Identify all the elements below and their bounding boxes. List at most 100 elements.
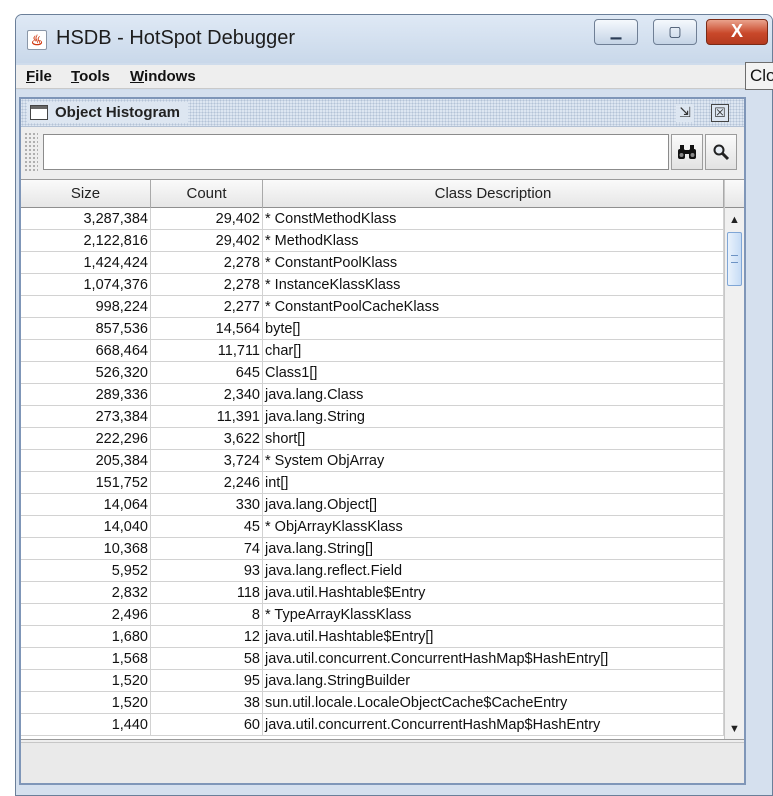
cell-count: 11,711 [151,340,263,362]
table-row[interactable]: 2,496 8 * TypeArrayKlassKlass [21,604,724,626]
histogram-table: Size Count Class Description 3,287,384 29… [21,179,744,740]
menu-file-label: ile [35,68,52,85]
cell-class-description: java.lang.reflect.Field [263,560,724,582]
table-row[interactable]: 14,040 45 * ObjArrayKlassKlass [21,516,724,538]
table-body: 3,287,384 29,402 * ConstMethodKlass 2,122,8… [21,208,724,736]
binoculars-icon [678,145,696,159]
table-row[interactable]: 10,368 74 java.lang.String[] [21,538,724,560]
cell-size: 1,440 [21,714,151,736]
menu-tools-label: ools [79,68,110,85]
cell-count: 118 [151,582,263,604]
cell-size: 526,320 [21,362,151,384]
cell-size: 1,424,424 [21,252,151,274]
menu-tools[interactable]: Tools [71,68,110,85]
table-row[interactable]: 5,952 93 java.lang.reflect.Field [21,560,724,582]
cell-class-description: java.lang.StringBuilder [263,670,724,692]
cell-class-description: java.lang.Object[] [263,494,724,516]
cell-count: 93 [151,560,263,582]
menu-bar: File Tools Windows [16,65,772,89]
cell-size: 998,224 [21,296,151,318]
title-bar[interactable]: ♨ HSDB - HotSpot Debugger ▁ ▢ X [16,15,772,63]
cell-count: 74 [151,538,263,560]
cell-size: 205,384 [21,450,151,472]
table-row[interactable]: 14,064 330 java.lang.Object[] [21,494,724,516]
table-row[interactable]: 526,320 645 Class1[] [21,362,724,384]
cell-count: 12 [151,626,263,648]
inspect-button[interactable] [705,134,737,170]
table-row[interactable]: 1,680 12 java.util.Hashtable$Entry[] [21,626,724,648]
cell-count: 8 [151,604,263,626]
cell-size: 5,952 [21,560,151,582]
maximize-button[interactable]: ▢ [653,19,697,45]
cell-class-description: java.util.concurrent.ConcurrentHashMap$H… [263,714,724,736]
scroll-down-icon[interactable]: ▼ [725,719,744,739]
cell-class-description: * System ObjArray [263,450,724,472]
cell-class-description: java.util.concurrent.ConcurrentHashMap$H… [263,648,724,670]
toolbar-grip[interactable] [24,132,38,172]
table-row[interactable]: 998,224 2,277 * ConstantPoolCacheKlass [21,296,724,318]
table-row[interactable]: 1,440 60 java.util.concurrent.ConcurrentHa… [21,714,724,736]
cell-size: 2,122,816 [21,230,151,252]
table-row[interactable]: 1,568 58 java.util.concurrent.ConcurrentHa… [21,648,724,670]
object-histogram-frame: Object Histogram ⇲ ☒ Size Count Class De… [19,97,746,785]
table-header: Size Count Class Description [21,180,724,208]
table-row[interactable]: 151,752 2,246 int[] [21,472,724,494]
menu-tools-mnemonic: T [71,68,80,85]
frame-close-icon[interactable]: ☒ [711,104,729,122]
cell-class-description: Class1[] [263,362,724,384]
cell-class-description: char[] [263,340,724,362]
cell-class-description: java.lang.String[] [263,538,724,560]
find-button[interactable] [671,134,703,170]
table-row[interactable]: 2,832 118 java.util.Hashtable$Entry [21,582,724,604]
frame-title: Object Histogram [55,104,181,121]
cell-count: 2,340 [151,384,263,406]
menu-file[interactable]: File [26,68,52,85]
menu-windows-label: indows [144,68,196,85]
table-row[interactable]: 1,424,424 2,278 * ConstantPoolKlass [21,252,724,274]
minimize-button[interactable]: ▁ [594,19,638,45]
menu-windows[interactable]: Windows [130,68,196,85]
table-row[interactable]: 289,336 2,340 java.lang.Class [21,384,724,406]
table-row[interactable]: 3,287,384 29,402 * ConstMethodKlass [21,208,724,230]
column-header-size[interactable]: Size [21,180,151,208]
magnifier-icon [713,144,730,161]
cell-class-description: java.util.Hashtable$Entry[] [263,626,724,648]
column-header-count[interactable]: Count [151,180,263,208]
search-input[interactable] [43,134,669,170]
frame-title-bar[interactable]: Object Histogram ⇲ ☒ [21,99,744,127]
cell-count: 95 [151,670,263,692]
table-row[interactable]: 222,296 3,622 short[] [21,428,724,450]
table-row[interactable]: 273,384 11,391 java.lang.String [21,406,724,428]
cell-size: 668,464 [21,340,151,362]
table-row[interactable]: 1,074,376 2,278 * InstanceKlassKlass [21,274,724,296]
cell-size: 151,752 [21,472,151,494]
column-header-class-description[interactable]: Class Description [263,180,724,208]
cell-class-description: * ObjArrayKlassKlass [263,516,724,538]
window-title: HSDB - HotSpot Debugger [56,27,296,49]
table-row[interactable]: 1,520 38 sun.util.locale.LocaleObjectCache… [21,692,724,714]
cell-class-description: * ConstantPoolKlass [263,252,724,274]
cell-count: 38 [151,692,263,714]
status-bar [21,742,744,783]
cell-count: 60 [151,714,263,736]
cell-count: 330 [151,494,263,516]
table-row[interactable]: 1,520 95 java.lang.StringBuilder [21,670,724,692]
vertical-scrollbar[interactable]: ▲ ▼ [724,180,744,739]
cell-size: 1,568 [21,648,151,670]
scroll-up-icon[interactable]: ▲ [725,210,744,230]
table-row[interactable]: 205,384 3,724 * System ObjArray [21,450,724,472]
scrollbar-thumb[interactable] [727,232,742,286]
cell-size: 1,520 [21,670,151,692]
table-row[interactable]: 857,536 14,564 byte[] [21,318,724,340]
cell-count: 58 [151,648,263,670]
cell-class-description: java.lang.Class [263,384,724,406]
cell-size: 2,496 [21,604,151,626]
table-row[interactable]: 668,464 11,711 char[] [21,340,724,362]
restore-icon[interactable]: ⇲ [676,104,694,122]
table-row[interactable]: 2,122,816 29,402 * MethodKlass [21,230,724,252]
close-button[interactable]: X [706,19,768,45]
cell-class-description: short[] [263,428,724,450]
close-tab-fragment[interactable]: Clo [745,62,773,90]
cell-size: 14,040 [21,516,151,538]
cell-size: 10,368 [21,538,151,560]
